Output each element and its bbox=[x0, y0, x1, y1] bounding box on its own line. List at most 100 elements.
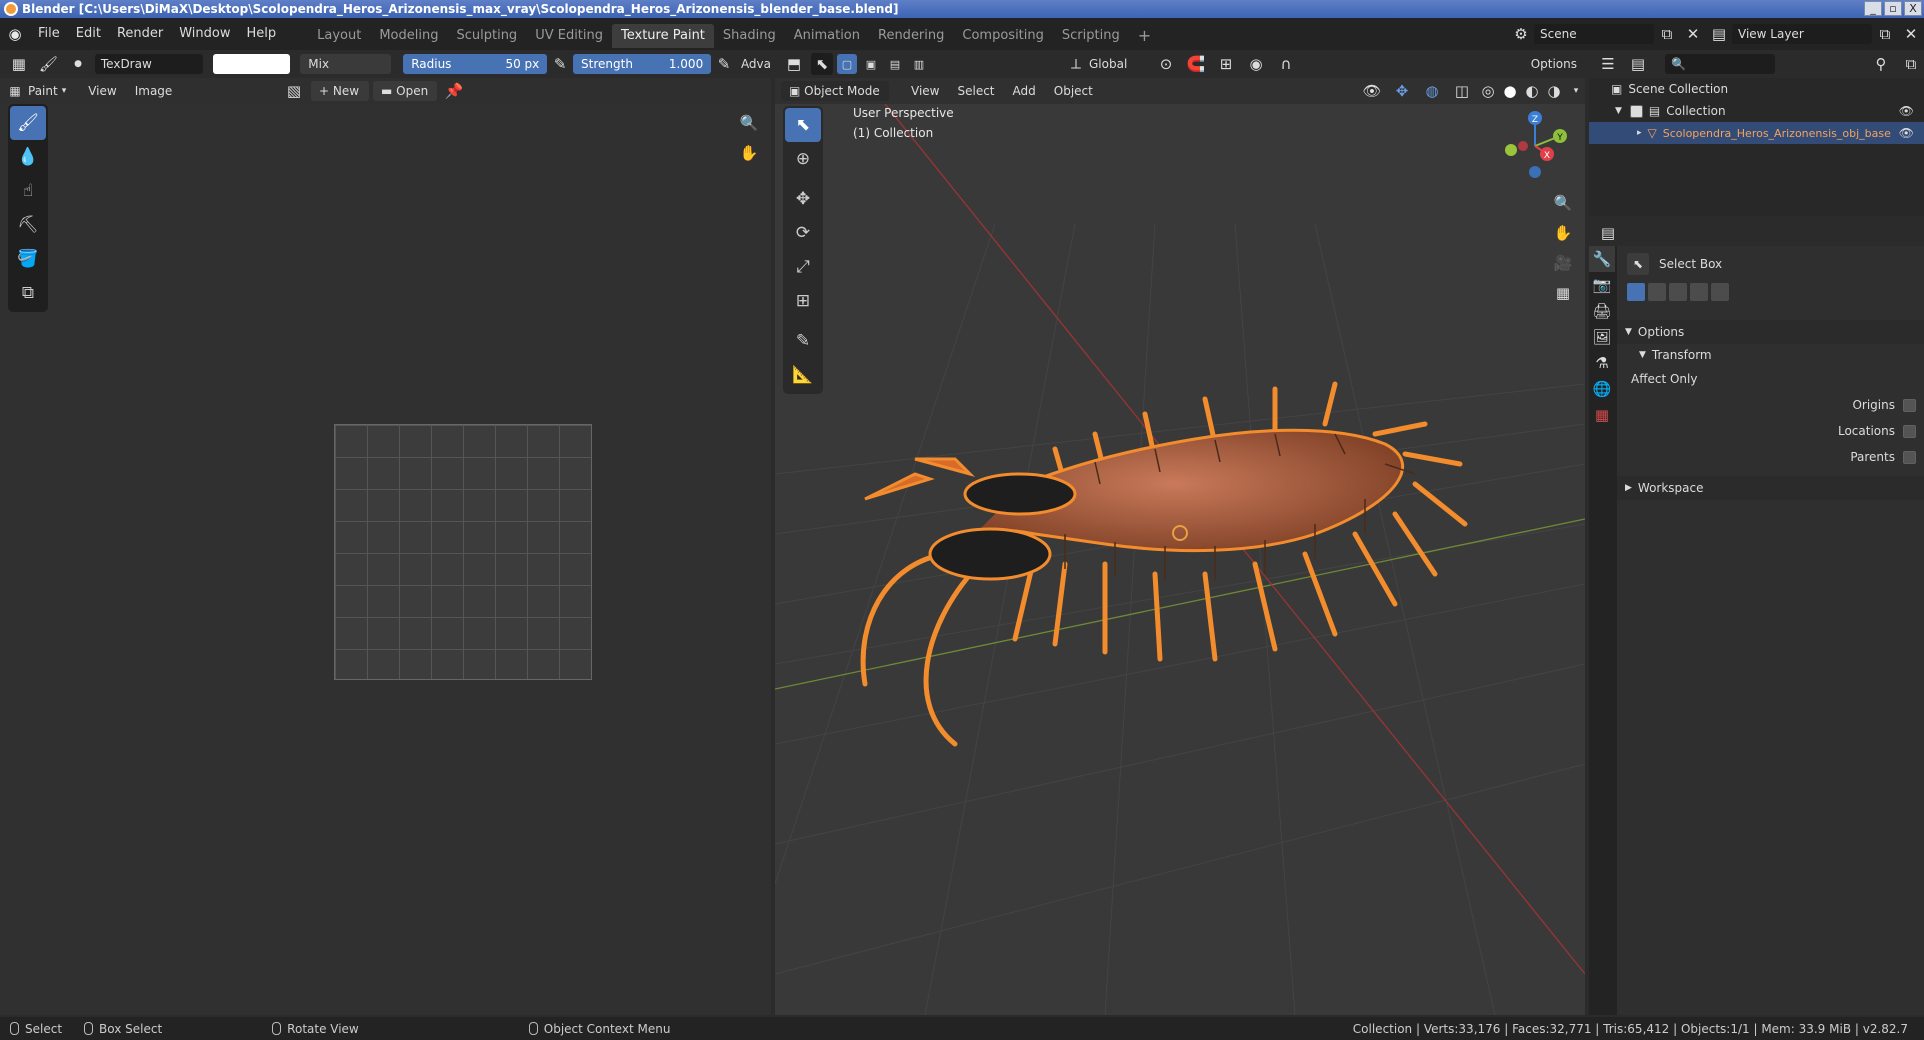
select-mode-new-icon[interactable]: ▢ bbox=[837, 54, 857, 74]
proportional-edit-icon[interactable]: ◉ bbox=[1243, 51, 1269, 77]
rotate-tool-icon[interactable]: ⟳ bbox=[785, 216, 821, 250]
invert-selection-icon[interactable] bbox=[1690, 283, 1708, 301]
object-eye-icon[interactable]: 👁 bbox=[1899, 126, 1914, 140]
pan-view-icon[interactable]: ✋ bbox=[1550, 220, 1576, 246]
tab-compositing[interactable]: Compositing bbox=[953, 24, 1053, 48]
wireframe-shading-icon[interactable]: ◎ bbox=[1479, 78, 1497, 104]
scale-tool-icon[interactable]: ⤢ bbox=[785, 250, 821, 284]
rendered-shading-icon[interactable]: ◑ bbox=[1545, 78, 1563, 104]
delete-viewlayer-icon[interactable]: ✕ bbox=[1898, 21, 1924, 47]
select-tool-icon[interactable]: ⬉ bbox=[811, 53, 833, 75]
tab-render-icon[interactable]: 📷 bbox=[1589, 272, 1615, 298]
mask-tool-icon[interactable]: ⧉ bbox=[10, 276, 46, 310]
fill-tool-icon[interactable]: 🪣 bbox=[10, 242, 46, 276]
orientation-select[interactable]: Global bbox=[1089, 57, 1149, 71]
parents-checkbox[interactable] bbox=[1903, 450, 1916, 464]
expand-arrow-icon[interactable]: ▼ bbox=[1615, 106, 1622, 116]
annotate-tool-icon[interactable]: ✎ bbox=[785, 324, 821, 358]
tab-sculpting[interactable]: Sculpting bbox=[447, 24, 526, 48]
visibility-icon[interactable]: 👁 bbox=[1359, 78, 1385, 104]
soften-tool-icon[interactable]: 💧 bbox=[10, 140, 46, 174]
paint-mode-icon[interactable]: ▦ bbox=[6, 78, 24, 104]
origins-checkbox[interactable] bbox=[1903, 398, 1916, 412]
collection-checkbox[interactable] bbox=[1629, 104, 1643, 118]
outliner-editor-type-icon[interactable]: ☰ bbox=[1595, 51, 1621, 77]
image-canvas-grid[interactable] bbox=[334, 424, 592, 680]
editor-type-icon[interactable]: ▦ bbox=[6, 51, 32, 77]
transform-subsection-header[interactable]: ▼ Transform bbox=[1617, 344, 1924, 366]
object-mode-select[interactable]: ▣ Object Mode bbox=[781, 81, 889, 101]
open-image-button[interactable]: ▬ Open bbox=[373, 81, 437, 101]
new-image-button[interactable]: + New bbox=[311, 81, 369, 101]
tab-modeling[interactable]: Modeling bbox=[370, 24, 447, 48]
blend-mode-select[interactable]: Mix bbox=[300, 54, 392, 74]
solid-shading-icon[interactable]: ● bbox=[1501, 78, 1519, 104]
tab-texture-icon[interactable]: ▦ bbox=[1589, 402, 1615, 428]
menu-view[interactable]: View bbox=[88, 84, 116, 98]
material-shading-icon[interactable]: ◐ bbox=[1523, 78, 1541, 104]
tab-output-icon[interactable]: 🖨 bbox=[1589, 298, 1615, 324]
tab-scripting[interactable]: Scripting bbox=[1053, 24, 1129, 48]
menu-view-3d[interactable]: View bbox=[911, 84, 939, 98]
overlays-toggle-icon[interactable]: ◍ bbox=[1419, 78, 1445, 104]
maximize-button[interactable]: ▫ bbox=[1884, 1, 1902, 16]
filter-icon[interactable]: ⚲ bbox=[1868, 51, 1894, 77]
advanced-panel-label[interactable]: Adva bbox=[741, 57, 771, 71]
properties-editor-type-icon[interactable]: ▤ bbox=[1595, 220, 1621, 246]
image-browse-icon[interactable]: ▧ bbox=[281, 78, 307, 104]
options-section-header[interactable]: ▼ Options bbox=[1617, 320, 1924, 344]
menu-edit[interactable]: Edit bbox=[68, 18, 109, 50]
tab-world-icon[interactable]: 🌐 bbox=[1589, 376, 1615, 402]
delete-scene-icon[interactable]: ✕ bbox=[1680, 21, 1706, 47]
clone-tool-icon[interactable]: ⛏ bbox=[10, 208, 46, 242]
menu-help[interactable]: Help bbox=[239, 18, 285, 50]
navigation-gizmo[interactable]: Z Y X bbox=[1495, 106, 1575, 186]
select-mode-subtract-icon[interactable]: ▤ bbox=[885, 51, 905, 77]
perspective-toggle-icon[interactable]: ▦ bbox=[1550, 280, 1576, 306]
menu-select[interactable]: Select bbox=[957, 84, 994, 98]
tab-texture-paint[interactable]: Texture Paint bbox=[612, 24, 714, 48]
viewport-scene[interactable] bbox=[775, 104, 1585, 1015]
viewport-editor-type-icon[interactable]: ⬒ bbox=[781, 51, 807, 77]
workspace-section-header[interactable]: ▶ Workspace bbox=[1617, 476, 1924, 500]
draw-brush-icon[interactable]: 🖌 bbox=[10, 106, 46, 140]
radius-pressure-icon[interactable]: ✎ bbox=[551, 51, 569, 77]
pan-hand-icon[interactable]: ✋ bbox=[736, 140, 762, 166]
strength-slider[interactable]: Strength 1.000 bbox=[573, 54, 712, 74]
shading-options-icon[interactable]: ▾ bbox=[1567, 78, 1585, 104]
set-new-selection-icon[interactable] bbox=[1627, 283, 1645, 301]
select-mode-intersect-icon[interactable]: ▥ bbox=[909, 51, 929, 77]
move-tool-icon[interactable]: ✥ bbox=[785, 182, 821, 216]
pivot-icon[interactable]: ⊙ bbox=[1153, 51, 1179, 77]
select-mode-extend-icon[interactable]: ▣ bbox=[861, 51, 881, 77]
camera-view-icon[interactable]: 🎥 bbox=[1550, 250, 1576, 276]
paint-mode-menu[interactable]: Paint bbox=[28, 84, 58, 98]
falloff-icon[interactable]: ∩ bbox=[1273, 51, 1299, 77]
smear-tool-icon[interactable]: ☝ bbox=[10, 174, 46, 208]
viewlayer-selector-icon[interactable]: ▤ bbox=[1706, 21, 1732, 47]
tab-rendering[interactable]: Rendering bbox=[869, 24, 953, 48]
transform-tool-icon[interactable]: ⊞ bbox=[785, 284, 821, 318]
menu-file[interactable]: File bbox=[30, 18, 68, 50]
locations-checkbox[interactable] bbox=[1903, 424, 1916, 438]
menu-add[interactable]: Add bbox=[1013, 84, 1036, 98]
gizmo-toggle-icon[interactable]: ✥ bbox=[1389, 78, 1415, 104]
display-mode-icon[interactable]: ▤ bbox=[1625, 51, 1651, 77]
outliner-row-collection[interactable]: ▼ ▤ Collection 👁 bbox=[1589, 100, 1924, 122]
blender-menu-icon[interactable]: ◉ bbox=[0, 21, 30, 47]
snap-target-icon[interactable]: ⊞ bbox=[1213, 51, 1239, 77]
object-expand-arrow-icon[interactable]: ▸ bbox=[1637, 128, 1642, 138]
subtract-selection-icon[interactable] bbox=[1669, 283, 1687, 301]
tab-uv-editing[interactable]: UV Editing bbox=[526, 24, 612, 48]
brush-name-field[interactable]: TexDraw bbox=[94, 54, 204, 74]
brush-preview-icon[interactable]: ● bbox=[65, 51, 91, 77]
viewlayer-name-field[interactable]: View Layer bbox=[1732, 24, 1872, 44]
collection-eye-icon[interactable]: 👁 bbox=[1899, 104, 1914, 118]
strength-pressure-icon[interactable]: ✎ bbox=[715, 51, 733, 77]
tab-layout[interactable]: Layout bbox=[308, 24, 370, 48]
cursor-tool-icon[interactable]: ⊕ bbox=[785, 142, 821, 176]
minimize-button[interactable]: _ bbox=[1864, 1, 1882, 16]
radius-slider[interactable]: Radius 50 px bbox=[403, 54, 548, 74]
measure-tool-icon[interactable]: 📐 bbox=[785, 358, 821, 392]
intersect-selection-icon[interactable] bbox=[1711, 283, 1729, 301]
